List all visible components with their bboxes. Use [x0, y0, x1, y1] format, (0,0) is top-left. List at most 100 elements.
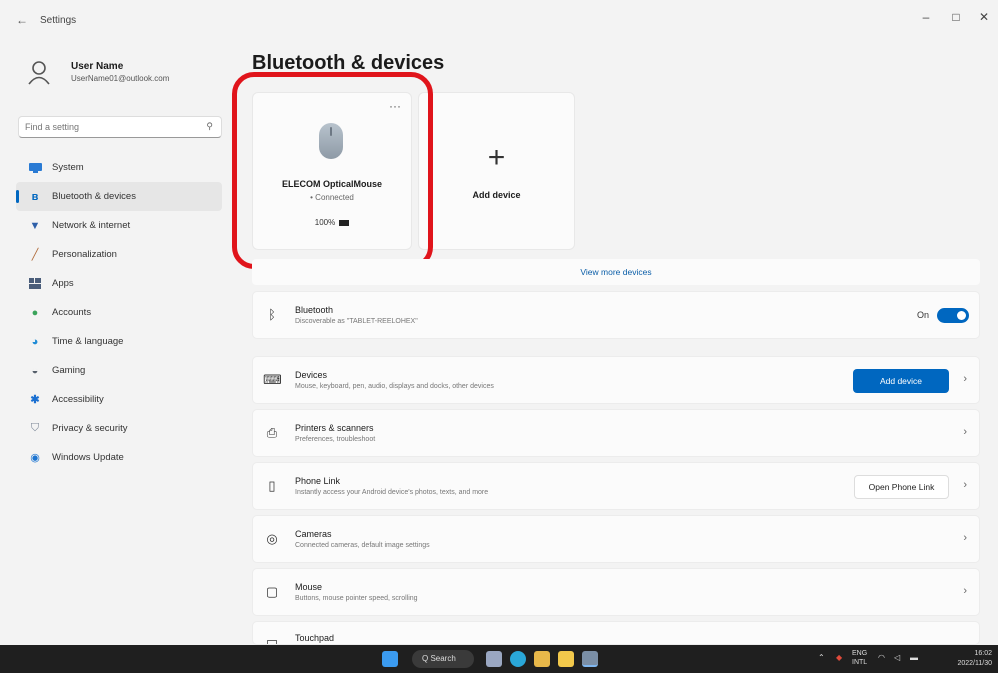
bluetooth-toggle[interactable]	[937, 308, 969, 323]
person-icon: ●	[31, 306, 39, 319]
sidebar-item-label: Time & language	[52, 336, 124, 347]
store-icon[interactable]	[534, 651, 550, 667]
sidebar-item-label: System	[52, 162, 84, 173]
sidebar-item-personalization[interactable]: ╱ Personalization	[16, 240, 222, 269]
row-subtitle: Instantly access your Android device's p…	[295, 489, 489, 496]
taskbar-clock[interactable]: 16:02 2022/11/30	[957, 649, 992, 669]
close-button[interactable]: ✕	[974, 10, 994, 24]
globe-clock-icon: ◕	[31, 335, 39, 348]
task-view-icon[interactable]	[486, 651, 502, 667]
chevron-up-icon[interactable]: ⌃	[818, 653, 825, 662]
open-phone-link-button[interactable]: Open Phone Link	[854, 475, 949, 499]
avatar	[22, 56, 56, 90]
active-indicator	[16, 190, 19, 203]
row-subtitle: Discoverable as "TABLET-REELOHEX"	[295, 318, 418, 325]
search-icon[interactable]: ⚲	[206, 121, 213, 132]
settings-search[interactable]: ⚲	[18, 116, 222, 138]
sidebar-item-label: Bluetooth & devices	[52, 191, 136, 202]
sidebar-item-accounts[interactable]: ● Accounts	[16, 298, 222, 327]
mouse-row[interactable]: ▢ Mouse Buttons, mouse pointer speed, sc…	[252, 568, 980, 616]
sidebar-item-time-language[interactable]: ◕ Time & language	[16, 327, 222, 356]
sidebar-item-accessibility[interactable]: ✱ Accessibility	[16, 385, 222, 414]
bluetooth-row[interactable]: ᛒ Bluetooth Discoverable as "TABLET-REEL…	[252, 291, 980, 339]
add-device-label: Add device	[472, 190, 521, 200]
cameras-row[interactable]: ◎ Cameras Connected cameras, default ima…	[252, 515, 980, 563]
sidebar-item-label: Network & internet	[52, 220, 131, 231]
phone-link-row[interactable]: ▯ Phone Link Instantly access your Andro…	[252, 462, 980, 510]
mouse-icon: ▢	[265, 584, 279, 599]
monitor-icon	[28, 161, 42, 175]
language-code: ENG	[852, 650, 868, 657]
row-title: Bluetooth	[295, 305, 334, 315]
accessibility-icon: ✱	[30, 394, 40, 406]
start-button[interactable]	[382, 651, 398, 667]
person-icon	[28, 61, 50, 85]
view-more-devices-link[interactable]: View more devices	[252, 259, 980, 285]
search-input[interactable]	[19, 117, 199, 137]
back-arrow-icon[interactable]: ←	[16, 13, 28, 27]
row-subtitle: Preferences, troubleshoot	[295, 436, 376, 443]
tray-app-icon[interactable]: ◆	[836, 653, 842, 662]
camera-icon: ◎	[266, 531, 278, 546]
sidebar-item-windows-update[interactable]: ◉ Windows Update	[16, 443, 222, 472]
input-language[interactable]: ENG INTL	[852, 649, 867, 667]
printer-icon: ⎙	[266, 425, 278, 440]
wifi-icon: ▼	[29, 219, 41, 232]
row-title: Touchpad	[295, 633, 335, 643]
chevron-right-icon[interactable]: ›	[963, 426, 967, 438]
row-title: Devices	[295, 370, 328, 380]
user-name: User Name	[71, 61, 124, 72]
controller-icon: ◒	[31, 364, 39, 377]
sidebar-item-label: Personalization	[52, 249, 117, 260]
taskbar: Q Search ⌃ ◆ ENG INTL ◠ ◁ ▬ 16:02 2022/11/…	[0, 645, 998, 673]
sidebar-item-label: Privacy & security	[52, 423, 128, 434]
plus-icon: +	[487, 141, 506, 174]
maximize-button[interactable]: □	[946, 10, 966, 24]
row-subtitle: Buttons, mouse pointer speed, scrolling	[295, 595, 418, 602]
battery-icon[interactable]: ▬	[910, 653, 918, 662]
volume-icon[interactable]: ◁	[894, 653, 900, 662]
chevron-right-icon[interactable]: ›	[963, 585, 967, 597]
phone-icon: ▯	[268, 478, 276, 493]
keyboard-layout: INTL	[852, 659, 868, 666]
chevron-right-icon[interactable]: ›	[963, 532, 967, 544]
sidebar-item-gaming[interactable]: ◒ Gaming	[16, 356, 222, 385]
toggle-state-label: On	[916, 310, 929, 320]
wifi-icon[interactable]: ◠	[878, 653, 885, 662]
sidebar-item-apps[interactable]: Apps	[16, 269, 222, 298]
row-subtitle: Mouse, keyboard, pen, audio, displays an…	[295, 383, 494, 390]
sidebar-item-privacy[interactable]: ⛉ Privacy & security	[16, 414, 222, 443]
touchpad-icon: ▭	[265, 634, 279, 645]
shield-icon: ⛉	[30, 422, 40, 434]
add-device-button[interactable]: Add device	[853, 369, 949, 393]
row-title: Printers & scanners	[295, 423, 374, 433]
brush-icon: ╱	[31, 249, 39, 261]
file-explorer-icon[interactable]	[558, 651, 574, 667]
row-title: Mouse	[295, 582, 323, 592]
add-device-card[interactable]: + Add device	[418, 92, 575, 250]
sidebar-item-label: Windows Update	[52, 452, 124, 463]
sidebar-item-system[interactable]: System	[16, 153, 222, 182]
sidebar-nav: System ʙ Bluetooth & devices ▼ Network & i…	[16, 153, 222, 472]
sidebar-item-network[interactable]: ▼ Network & internet	[16, 211, 222, 240]
row-title: Cameras	[295, 529, 332, 539]
clock-date: 2022/11/30	[957, 660, 992, 667]
chevron-right-icon[interactable]: ›	[963, 373, 967, 385]
touchpad-row[interactable]: ▭ Touchpad	[252, 621, 980, 645]
sidebar-item-label: Apps	[52, 278, 74, 289]
sidebar-item-label: Gaming	[52, 365, 86, 376]
minimize-button[interactable]: –	[916, 10, 936, 24]
devices-row[interactable]: ⌨ Devices Mouse, keyboard, pen, audio, d…	[252, 356, 980, 404]
clock-time: 16:02	[974, 650, 992, 657]
printers-row[interactable]: ⎙ Printers & scanners Preferences, troub…	[252, 409, 980, 457]
taskbar-search[interactable]: Q Search	[412, 650, 474, 668]
user-profile[interactable]: User Name UserName01@outlook.com	[16, 52, 226, 98]
row-title: Phone Link	[295, 476, 341, 486]
bluetooth-icon: ᛒ	[268, 307, 276, 322]
settings-gear-icon[interactable]	[582, 651, 598, 667]
row-subtitle: Connected cameras, default image setting…	[295, 542, 430, 549]
edge-icon[interactable]	[510, 651, 526, 667]
bluetooth-icon: ʙ	[31, 190, 39, 203]
chevron-right-icon[interactable]: ›	[963, 479, 967, 491]
sidebar-item-bluetooth[interactable]: ʙ Bluetooth & devices	[16, 182, 222, 211]
